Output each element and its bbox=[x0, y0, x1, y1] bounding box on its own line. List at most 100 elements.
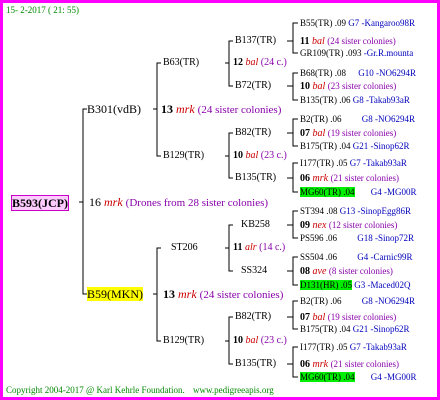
header-date: 15- 2-2017 ( 21: 55) bbox=[6, 5, 79, 15]
footer-copyright: Copyright 2004-2017 @ Karl Kehrle Founda… bbox=[6, 385, 185, 395]
gen4-year: .08 bbox=[326, 206, 338, 216]
gen4-year: .06 bbox=[330, 296, 342, 306]
gen4-ref: G13 -SinopEgg86R bbox=[339, 206, 412, 216]
gen4-year: .04 bbox=[343, 372, 355, 382]
gen3-note: (23 sister colonies) bbox=[327, 81, 397, 91]
gen4-year: .04 bbox=[343, 187, 355, 197]
gen4-row: MG60(TR) .04 G4 -MG00R bbox=[300, 186, 417, 198]
gen3-mark: bal bbox=[311, 36, 325, 47]
gen2-note: (24 c.) bbox=[260, 57, 287, 68]
gen2-mark: bal bbox=[245, 150, 259, 161]
gen4-ref: G4 -MG00R bbox=[370, 372, 417, 382]
gen3-stats: 06 mrk (21 sister colonies) bbox=[300, 172, 399, 185]
gen2-id: B63(TR) bbox=[163, 57, 200, 68]
root-note: (Drones from 28 sister colonies) bbox=[125, 197, 269, 209]
gen2-count: 10 bbox=[233, 150, 243, 161]
gen4-ref: G4 -MG00R bbox=[370, 187, 417, 197]
gen4-id: GR109(TR) bbox=[300, 48, 344, 58]
gen4-highlight: D131(HR) .05 bbox=[300, 280, 352, 290]
gen1-dam-count: 13 bbox=[163, 287, 175, 301]
gen2-id: B129(TR) bbox=[163, 150, 205, 161]
gen4-year: .09 bbox=[334, 18, 346, 28]
root-count: 16 bbox=[89, 195, 101, 209]
gen4-id: MG60(TR) bbox=[300, 372, 341, 382]
gen3-mark: nex bbox=[312, 220, 327, 231]
gen4-row: I177(TR) .05 G7 -Takab93aR bbox=[300, 341, 407, 353]
gen4-row: B68(TR) .08 G10 -NO6294R bbox=[300, 67, 416, 79]
gen3-count: 07 bbox=[300, 128, 310, 139]
gen4-highlight: MG60(TR) .04 bbox=[300, 187, 355, 197]
gen2-stats: 10 bal (23 c.) bbox=[233, 150, 287, 162]
gen3-note: (21 sister colonies) bbox=[330, 359, 400, 369]
gen3-mark: bal bbox=[312, 128, 326, 139]
gen4-ref: -Gr.R.mounta bbox=[363, 48, 414, 58]
gen4-id: I177(TR) bbox=[300, 342, 334, 352]
footer-site-link[interactable]: www.pedigreeapis.org bbox=[193, 385, 274, 395]
gen2-id: ST206 bbox=[171, 242, 198, 253]
gen3-note: (8 sister colonies) bbox=[328, 266, 393, 276]
gen4-ref: G10 -NO6294R bbox=[358, 68, 416, 78]
gen4-id: D131(HR) bbox=[300, 280, 339, 290]
gen3-count: 11 bbox=[300, 36, 310, 47]
gen3-mark: ave bbox=[312, 266, 327, 277]
gen4-row: B2(TR) .06 G8 -NO6294R bbox=[300, 113, 415, 125]
gen4-id: SS504 bbox=[300, 252, 324, 262]
gen4-year: .04 bbox=[339, 141, 351, 151]
gen3-id: KB258 bbox=[241, 219, 270, 230]
gen4-row: B2(TR) .06 G8 -NO6294R bbox=[300, 295, 415, 307]
gen3-stats: 08 ave (8 sister colonies) bbox=[300, 265, 393, 278]
gen3-note: (19 sister colonies) bbox=[327, 128, 397, 138]
gen3-id: B135(TR) bbox=[235, 172, 277, 183]
gen4-row: B175(TR) .04 G21 -Sinop62R bbox=[300, 323, 410, 335]
gen1-dam-stats: 13 mrk (24 sister colonies) bbox=[163, 287, 283, 302]
gen4-year: .093 bbox=[345, 48, 362, 58]
gen4-year: .05 bbox=[336, 158, 348, 168]
gen4-row: MG60(TR) .04 G4 -MG00R bbox=[300, 371, 417, 383]
gen3-count: 08 bbox=[300, 266, 310, 277]
gen3-note: (24 sister colonies) bbox=[327, 36, 396, 46]
footer-text: Copyright 2004-2017 @ Karl Kehrle Founda… bbox=[6, 384, 274, 396]
gen4-ref: G8 -NO6294R bbox=[361, 296, 415, 306]
gen4-ref: G7 -Kangaroo98R bbox=[348, 18, 415, 28]
gen4-id: B175(TR) bbox=[300, 141, 337, 151]
gen4-ref: G4 -Carnic99R bbox=[357, 252, 413, 262]
gen4-id: B2(TR) bbox=[300, 114, 328, 124]
gen4-ref: G8 -Takab93aR bbox=[352, 95, 410, 105]
gen3-mark: bal bbox=[312, 81, 326, 92]
gen3-mark: mrk bbox=[312, 173, 329, 184]
gen2-mark: bal bbox=[245, 57, 259, 68]
gen4-ref: G7 -Takab93aR bbox=[349, 158, 407, 168]
gen2-stats: 11 alr (14 c.) bbox=[233, 242, 285, 254]
gen4-ref: G21 -Sinop62R bbox=[352, 324, 410, 334]
gen3-count: 07 bbox=[300, 312, 310, 323]
gen4-id: B68(TR) bbox=[300, 68, 333, 78]
gen3-note: (21 sister colonies) bbox=[330, 173, 400, 183]
gen3-id: SS324 bbox=[241, 265, 268, 276]
gen4-ref: G21 -Sinop62R bbox=[352, 141, 410, 151]
gen1-sire-count: 13 bbox=[161, 102, 173, 116]
gen3-id: B82(TR) bbox=[235, 127, 272, 138]
gen4-row: B135(TR) .06 G8 -Takab93aR bbox=[300, 94, 410, 106]
root-queen-id: B593(JCP) bbox=[11, 195, 69, 211]
gen4-id: B55(TR) bbox=[300, 18, 333, 28]
gen4-row: PS596 .06 G18 -Sinop72R bbox=[300, 232, 414, 244]
gen4-ref: G3 -Maced02Q bbox=[354, 280, 411, 290]
gen4-year: .05 bbox=[340, 280, 352, 290]
gen1-sire-mark: mrk bbox=[176, 102, 195, 116]
gen3-note: (19 sister colonies) bbox=[327, 312, 397, 322]
root-stats: 16 mrk (Drones from 28 sister colonies) bbox=[89, 195, 268, 210]
gen4-year: .06 bbox=[339, 95, 351, 105]
gen4-id: I177(TR) bbox=[300, 158, 334, 168]
gen3-id: B82(TR) bbox=[235, 311, 272, 322]
gen1-dam-mark: mrk bbox=[178, 287, 197, 301]
gen1-dam-note: (24 sister colonies) bbox=[199, 289, 284, 301]
gen1-sire-note: (24 sister colonies) bbox=[197, 104, 282, 116]
gen4-row: I177(TR) .05 G7 -Takab93aR bbox=[300, 157, 407, 169]
gen2-id: B129(TR) bbox=[163, 335, 205, 346]
gen3-stats: 10 bal (23 sister colonies) bbox=[300, 80, 396, 93]
gen2-count: 12 bbox=[233, 57, 243, 68]
gen4-id: B175(TR) bbox=[300, 324, 337, 334]
gen3-id: B137(TR) bbox=[235, 35, 277, 46]
gen4-row: B55(TR) .09 G7 -Kangaroo98R bbox=[300, 17, 415, 29]
gen3-stats: 07 bal (19 sister colonies) bbox=[300, 127, 396, 140]
